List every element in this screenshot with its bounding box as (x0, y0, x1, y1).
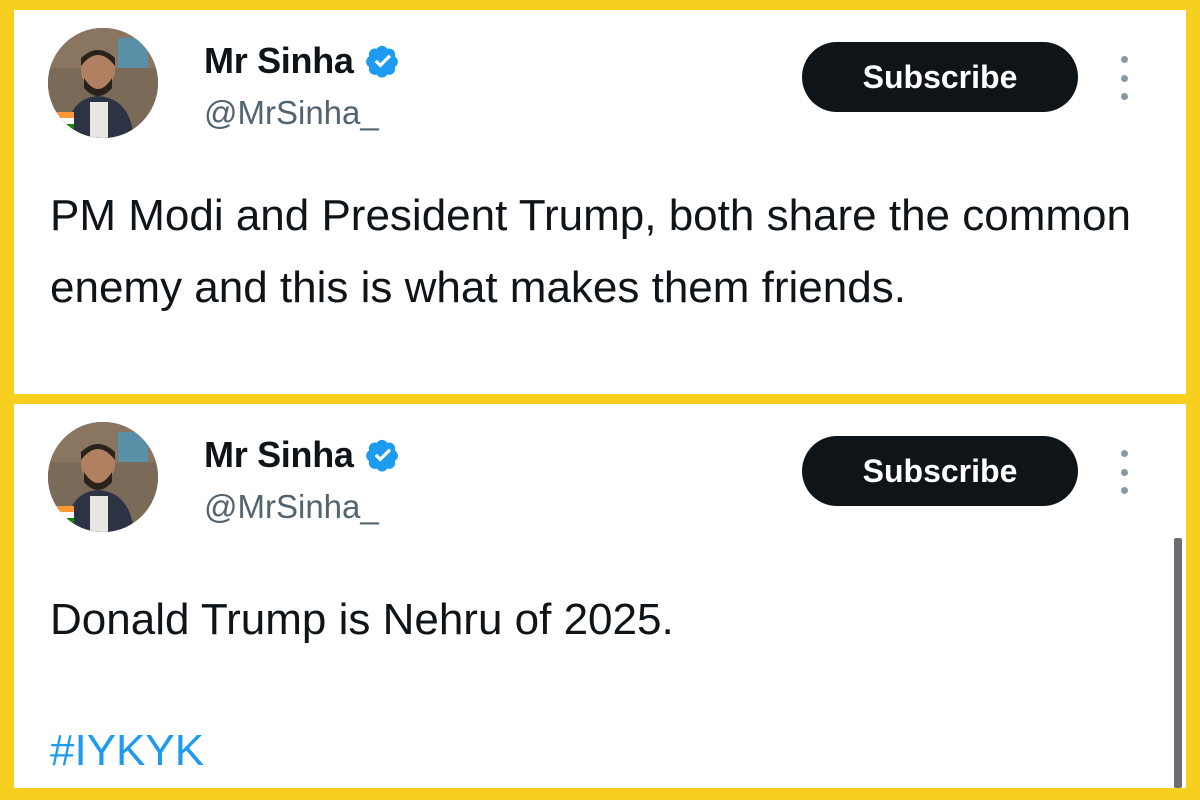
tweet-text: PM Modi and President Trump, both share … (50, 191, 1131, 312)
screenshot-frame: Mr Sinha @MrSinha_ Subscribe PM Modi and… (0, 0, 1200, 800)
avatar-photo-icon (48, 422, 158, 532)
author-name-row: Mr Sinha (204, 40, 400, 82)
avatar[interactable] (48, 28, 158, 138)
avatar[interactable] (48, 422, 158, 532)
more-vertical-icon[interactable] (1114, 450, 1134, 494)
hashtag-link[interactable]: #IYKYK (50, 726, 204, 776)
verified-badge-icon (365, 45, 398, 78)
author-handle[interactable]: @MrSinha_ (204, 94, 379, 132)
tweet-card: Mr Sinha @MrSinha_ Subscribe Donald Trum… (14, 404, 1186, 788)
author-name[interactable]: Mr Sinha (204, 40, 354, 82)
scrollbar[interactable] (1174, 538, 1182, 788)
subscribe-button[interactable]: Subscribe (802, 42, 1078, 112)
author-name[interactable]: Mr Sinha (204, 434, 354, 476)
tweet-text: Donald Trump is Nehru of 2025. (50, 595, 674, 644)
subscribe-button[interactable]: Subscribe (802, 436, 1078, 506)
author-name-row: Mr Sinha (204, 434, 400, 476)
author-handle[interactable]: @MrSinha_ (204, 488, 379, 526)
more-vertical-icon[interactable] (1114, 56, 1134, 100)
avatar-photo-icon (48, 28, 158, 138)
tweet-card: Mr Sinha @MrSinha_ Subscribe PM Modi and… (14, 10, 1186, 394)
verified-badge-icon (365, 439, 398, 472)
